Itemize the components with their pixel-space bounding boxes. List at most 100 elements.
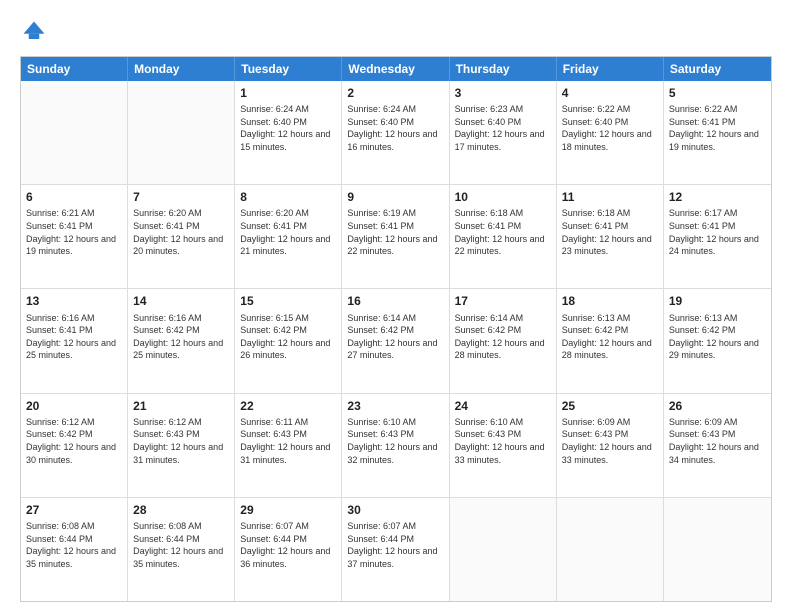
header-day-tuesday: Tuesday [235,57,342,81]
cal-cell-r4c2: 29Sunrise: 6:07 AM Sunset: 6:44 PM Dayli… [235,498,342,601]
cal-cell-r4c3: 30 Sunrise: 6:07 AM Sunset: 6:44 PM Dayli… [342,498,449,601]
day-number: 21 [133,398,229,414]
day-info: Sunrise: 6:22 AM Sunset: 6:41 PM Dayligh… [669,103,766,153]
cal-cell-r1c5: 11 Sunrise: 6:18 AM Sunset: 6:41 PM Dayli… [557,185,664,288]
day-number: 25 [562,398,658,414]
day-info: Sunrise: 6:16 AM Sunset: 6:41 PM Dayligh… [26,312,122,362]
day-number: 9 [347,189,443,205]
day-info: Sunrise: 6:11 AM Sunset: 6:43 PM Dayligh… [240,416,336,466]
day-number: 26 [669,398,766,414]
day-info: Sunrise: 6:07 AM Sunset: 6:44 PM Dayligh… [347,520,443,570]
cal-cell-r2c2: 15 Sunrise: 6:15 AM Sunset: 6:42 PM Dayli… [235,289,342,392]
cal-cell-r0c4: 3 Sunrise: 6:23 AM Sunset: 6:40 PM Daylig… [450,81,557,184]
day-number: 17 [455,293,551,309]
calendar: SundayMondayTuesdayWednesdayThursdayFrid… [20,56,772,602]
cal-cell-r2c4: 17 Sunrise: 6:14 AM Sunset: 6:42 PM Dayli… [450,289,557,392]
day-info: Sunrise: 6:20 AM Sunset: 6:41 PM Dayligh… [240,207,336,257]
cal-cell-r0c5: 4Sunrise: 6:22 AM Sunset: 6:40 PM Daylig… [557,81,664,184]
header-day-saturday: Saturday [664,57,771,81]
day-number: 30 [347,502,443,518]
day-info: Sunrise: 6:08 AM Sunset: 6:44 PM Dayligh… [26,520,122,570]
cal-cell-r2c1: 14 Sunrise: 6:16 AM Sunset: 6:42 PM Dayli… [128,289,235,392]
day-info: Sunrise: 6:12 AM Sunset: 6:43 PM Dayligh… [133,416,229,466]
day-number: 13 [26,293,122,309]
logo-icon [20,18,48,46]
day-info: Sunrise: 6:13 AM Sunset: 6:42 PM Dayligh… [669,312,766,362]
calendar-row-0: 1 Sunrise: 6:24 AM Sunset: 6:40 PM Daylig… [21,81,771,185]
day-number: 5 [669,85,766,101]
day-number: 12 [669,189,766,205]
day-number: 11 [562,189,658,205]
day-info: Sunrise: 6:24 AM Sunset: 6:40 PM Dayligh… [347,103,443,153]
day-info: Sunrise: 6:15 AM Sunset: 6:42 PM Dayligh… [240,312,336,362]
page: SundayMondayTuesdayWednesdayThursdayFrid… [0,0,792,612]
day-info: Sunrise: 6:21 AM Sunset: 6:41 PM Dayligh… [26,207,122,257]
day-info: Sunrise: 6:10 AM Sunset: 6:43 PM Dayligh… [455,416,551,466]
cal-cell-r0c1 [128,81,235,184]
day-number: 6 [26,189,122,205]
header [20,18,772,46]
cal-cell-r3c3: 23Sunrise: 6:10 AM Sunset: 6:43 PM Dayli… [342,394,449,497]
day-number: 3 [455,85,551,101]
day-number: 19 [669,293,766,309]
day-number: 14 [133,293,229,309]
cal-cell-r1c0: 6 Sunrise: 6:21 AM Sunset: 6:41 PM Daylig… [21,185,128,288]
cal-cell-r3c1: 21 Sunrise: 6:12 AM Sunset: 6:43 PM Dayli… [128,394,235,497]
calendar-row-2: 13 Sunrise: 6:16 AM Sunset: 6:41 PM Dayli… [21,289,771,393]
day-number: 22 [240,398,336,414]
day-info: Sunrise: 6:17 AM Sunset: 6:41 PM Dayligh… [669,207,766,257]
cal-cell-r4c6 [664,498,771,601]
cal-cell-r2c5: 18 Sunrise: 6:13 AM Sunset: 6:42 PM Dayli… [557,289,664,392]
day-info: Sunrise: 6:22 AM Sunset: 6:40 PM Dayligh… [562,103,658,153]
day-info: Sunrise: 6:07 AM Sunset: 6:44 PM Dayligh… [240,520,336,570]
calendar-row-4: 27 Sunrise: 6:08 AM Sunset: 6:44 PM Dayli… [21,498,771,601]
day-number: 10 [455,189,551,205]
header-day-thursday: Thursday [450,57,557,81]
day-info: Sunrise: 6:08 AM Sunset: 6:44 PM Dayligh… [133,520,229,570]
header-day-sunday: Sunday [21,57,128,81]
day-info: Sunrise: 6:12 AM Sunset: 6:42 PM Dayligh… [26,416,122,466]
day-info: Sunrise: 6:16 AM Sunset: 6:42 PM Dayligh… [133,312,229,362]
day-info: Sunrise: 6:13 AM Sunset: 6:42 PM Dayligh… [562,312,658,362]
header-day-monday: Monday [128,57,235,81]
cal-cell-r0c0 [21,81,128,184]
day-info: Sunrise: 6:09 AM Sunset: 6:43 PM Dayligh… [669,416,766,466]
cal-cell-r0c3: 2Sunrise: 6:24 AM Sunset: 6:40 PM Daylig… [342,81,449,184]
cal-cell-r3c4: 24 Sunrise: 6:10 AM Sunset: 6:43 PM Dayli… [450,394,557,497]
cal-cell-r2c6: 19 Sunrise: 6:13 AM Sunset: 6:42 PM Dayli… [664,289,771,392]
cal-cell-r0c2: 1Sunrise: 6:24 AM Sunset: 6:40 PM Daylig… [235,81,342,184]
day-info: Sunrise: 6:19 AM Sunset: 6:41 PM Dayligh… [347,207,443,257]
cal-cell-r3c5: 25 Sunrise: 6:09 AM Sunset: 6:43 PM Dayli… [557,394,664,497]
day-number: 15 [240,293,336,309]
day-number: 7 [133,189,229,205]
cal-cell-r3c6: 26 Sunrise: 6:09 AM Sunset: 6:43 PM Dayli… [664,394,771,497]
cal-cell-r4c5 [557,498,664,601]
day-number: 20 [26,398,122,414]
calendar-body: 1 Sunrise: 6:24 AM Sunset: 6:40 PM Daylig… [21,81,771,601]
logo [20,18,52,46]
day-number: 24 [455,398,551,414]
day-number: 1 [240,85,336,101]
day-info: Sunrise: 6:14 AM Sunset: 6:42 PM Dayligh… [455,312,551,362]
cal-cell-r1c1: 7 Sunrise: 6:20 AM Sunset: 6:41 PM Daylig… [128,185,235,288]
header-day-wednesday: Wednesday [342,57,449,81]
cal-cell-r4c0: 27 Sunrise: 6:08 AM Sunset: 6:44 PM Dayli… [21,498,128,601]
day-info: Sunrise: 6:18 AM Sunset: 6:41 PM Dayligh… [562,207,658,257]
day-number: 27 [26,502,122,518]
day-info: Sunrise: 6:09 AM Sunset: 6:43 PM Dayligh… [562,416,658,466]
cal-cell-r3c2: 22 Sunrise: 6:11 AM Sunset: 6:43 PM Dayli… [235,394,342,497]
day-info: Sunrise: 6:23 AM Sunset: 6:40 PM Dayligh… [455,103,551,153]
day-number: 8 [240,189,336,205]
day-number: 28 [133,502,229,518]
cal-cell-r1c6: 12 Sunrise: 6:17 AM Sunset: 6:41 PM Dayli… [664,185,771,288]
day-info: Sunrise: 6:20 AM Sunset: 6:41 PM Dayligh… [133,207,229,257]
cal-cell-r1c3: 9 Sunrise: 6:19 AM Sunset: 6:41 PM Daylig… [342,185,449,288]
calendar-row-3: 20 Sunrise: 6:12 AM Sunset: 6:42 PM Dayli… [21,394,771,498]
calendar-header: SundayMondayTuesdayWednesdayThursdayFrid… [21,57,771,81]
cal-cell-r2c3: 16Sunrise: 6:14 AM Sunset: 6:42 PM Dayli… [342,289,449,392]
cal-cell-r0c6: 5 Sunrise: 6:22 AM Sunset: 6:41 PM Daylig… [664,81,771,184]
calendar-row-1: 6 Sunrise: 6:21 AM Sunset: 6:41 PM Daylig… [21,185,771,289]
day-info: Sunrise: 6:18 AM Sunset: 6:41 PM Dayligh… [455,207,551,257]
day-info: Sunrise: 6:14 AM Sunset: 6:42 PM Dayligh… [347,312,443,362]
day-number: 18 [562,293,658,309]
